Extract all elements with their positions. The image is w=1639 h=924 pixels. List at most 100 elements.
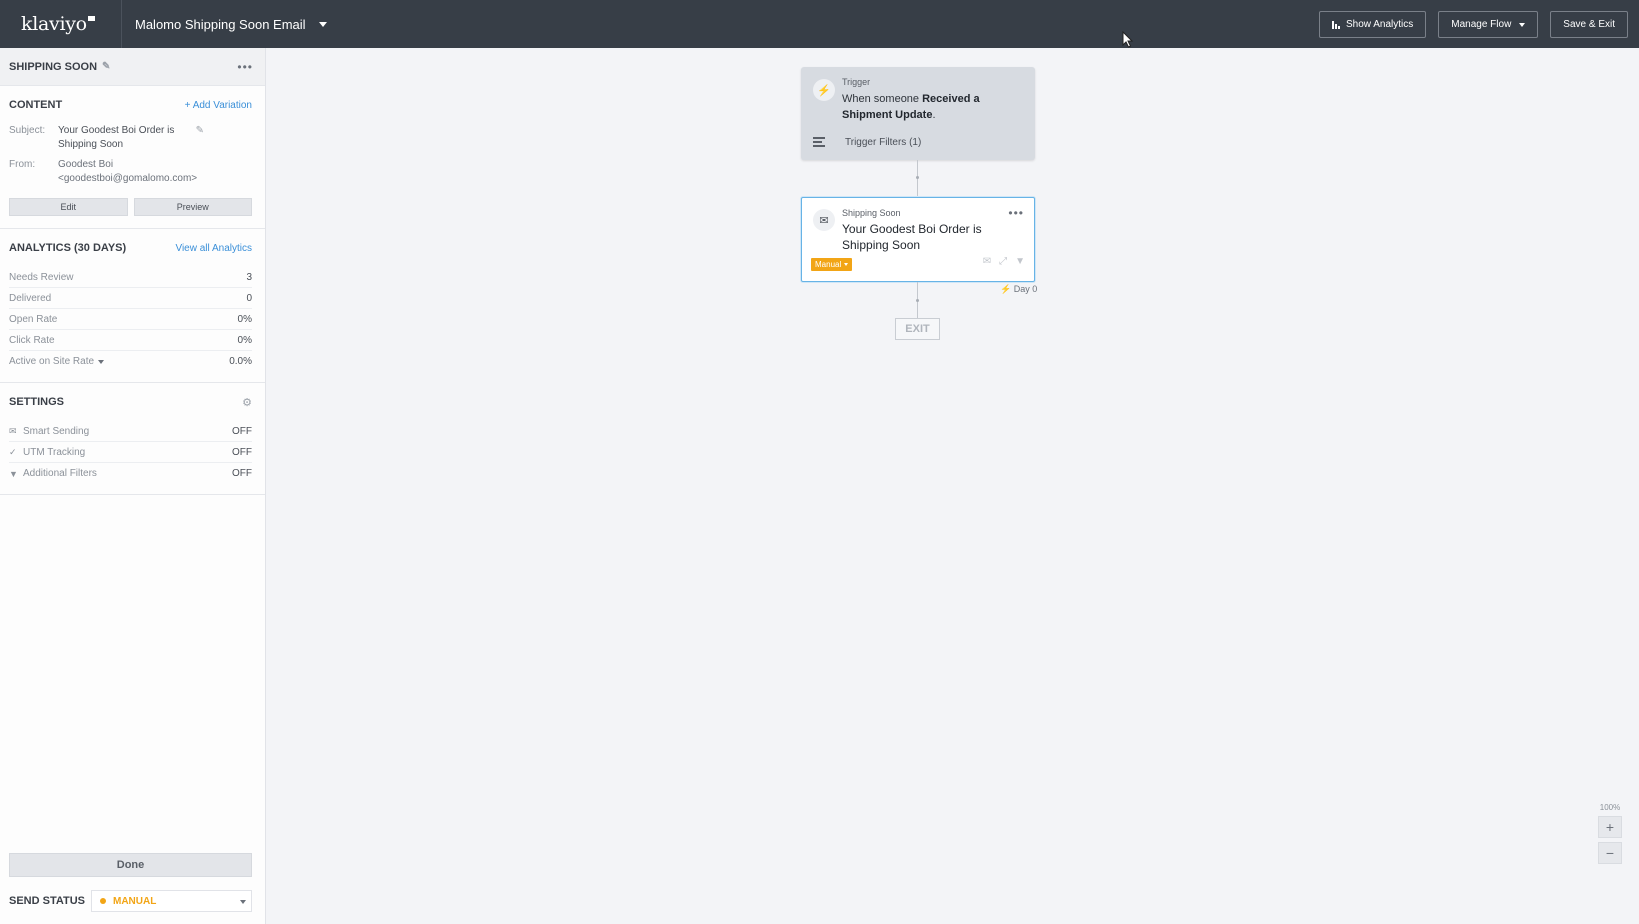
smart-sending-icon: ✉ xyxy=(982,256,992,267)
active-on-site-dropdown[interactable]: Active on Site Rate xyxy=(9,356,105,367)
gear-icon[interactable]: ⚙ xyxy=(242,396,252,409)
zoom-controls: 100% + − xyxy=(1598,803,1622,868)
zoom-out-button[interactable]: − xyxy=(1598,842,1622,864)
settings-value: OFF xyxy=(232,446,252,458)
analytics-section: ANALYTICS (30 DAYS) View all Analytics N… xyxy=(0,229,265,383)
settings-label: Smart Sending xyxy=(23,425,90,437)
sidebar: SHIPPING SOON ✎ ••• CONTENT + Add Variat… xyxy=(0,48,266,924)
view-all-analytics-link[interactable]: View all Analytics xyxy=(175,243,252,254)
klaviyo-logo[interactable]: klaviyo xyxy=(0,0,122,48)
done-button[interactable]: Done xyxy=(9,853,252,877)
badge-label: Manual xyxy=(815,260,842,269)
sidebar-header: SHIPPING SOON ✎ ••• xyxy=(0,48,265,86)
analytics-row: Delivered 0 xyxy=(9,288,252,309)
analytics-value: 0.0% xyxy=(229,356,252,367)
flow-canvas[interactable]: ⚡ Trigger When someone Received a Shipme… xyxy=(266,48,1639,924)
manual-badge[interactable]: Manual xyxy=(811,258,853,271)
settings-row-utm-tracking: ✓ UTM Tracking OFF xyxy=(9,442,252,463)
settings-value: OFF xyxy=(232,468,252,479)
flow-name: Malomo Shipping Soon Email xyxy=(135,16,306,32)
check-icon: ✓ xyxy=(9,446,17,457)
show-analytics-label: Show Analytics xyxy=(1346,19,1414,30)
send-status-label: SEND STATUS xyxy=(9,895,85,907)
analytics-row: Active on Site Rate 0.0% xyxy=(9,351,252,372)
logo-flag-icon xyxy=(87,15,95,21)
filter-icon: ▼ xyxy=(1015,256,1025,267)
mouse-cursor-icon xyxy=(1122,31,1134,48)
connector-node[interactable] xyxy=(916,176,919,179)
analytics-label: Needs Review xyxy=(9,271,74,283)
settings-label: Additional Filters xyxy=(23,468,97,479)
manage-flow-button[interactable]: Manage Flow xyxy=(1438,11,1539,38)
filter-list-icon xyxy=(813,135,831,149)
content-heading: CONTENT xyxy=(9,99,63,111)
analytics-row: Click Rate 0% xyxy=(9,330,252,351)
status-dot-icon xyxy=(100,898,106,904)
chevron-down-icon xyxy=(1519,22,1526,27)
email-kicker: Shipping Soon xyxy=(842,208,901,218)
analytics-heading: ANALYTICS (30 DAYS) xyxy=(9,242,127,254)
subject-value: Your Goodest Boi Order is Shipping Soon xyxy=(58,125,175,150)
from-name: Goodest Boi xyxy=(58,159,114,170)
utm-tracking-icon: ⤢ xyxy=(999,256,1008,267)
analytics-value: 0% xyxy=(237,313,252,325)
chevron-down-icon xyxy=(98,359,105,364)
manage-flow-label: Manage Flow xyxy=(1451,19,1512,30)
from-row: From: Goodest Boi <goodestboi@gomalomo.c… xyxy=(9,158,252,186)
send-status-select[interactable]: MANUAL xyxy=(91,890,252,912)
trigger-filters-label: Trigger Filters (1) xyxy=(845,136,922,148)
mail-check-icon: ✉ xyxy=(9,425,17,436)
from-label: From: xyxy=(9,159,36,170)
more-options-icon[interactable]: ••• xyxy=(1008,206,1024,220)
chevron-down-icon xyxy=(844,263,849,266)
chevron-down-icon xyxy=(240,900,246,904)
settings-row-additional-filters: ▼ Additional Filters OFF xyxy=(9,463,252,484)
analytics-label: Active on Site Rate xyxy=(9,356,95,367)
trigger-filters[interactable]: Trigger Filters (1) xyxy=(813,135,921,149)
delay-label: ⚡ Day 0 xyxy=(1000,284,1038,294)
analytics-value: 0% xyxy=(237,334,252,346)
analytics-label: Click Rate xyxy=(9,334,55,346)
trigger-card[interactable]: ⚡ Trigger When someone Received a Shipme… xyxy=(801,67,1035,160)
save-exit-label: Save & Exit xyxy=(1563,19,1615,30)
flow-name-dropdown[interactable]: Malomo Shipping Soon Email xyxy=(122,17,327,32)
sidebar-title: SHIPPING SOON xyxy=(9,60,98,73)
edit-subject-pencil-icon[interactable]: ✎ xyxy=(196,124,204,138)
edit-button[interactable]: Edit xyxy=(9,198,128,216)
email-subject: Your Goodest Boi Order is Shipping Soon xyxy=(842,222,982,252)
settings-heading: SETTINGS xyxy=(9,396,65,408)
content-section: CONTENT + Add Variation Subject: Your Go… xyxy=(0,86,265,229)
subject-row: Subject: Your Goodest Boi Order is Shipp… xyxy=(9,124,252,152)
logo-text: klaviyo xyxy=(21,13,87,35)
preview-button[interactable]: Preview xyxy=(133,198,252,216)
connector-node[interactable] xyxy=(916,299,919,302)
pencil-icon[interactable]: ✎ xyxy=(102,61,110,72)
trigger-description: When someone Received a Shipment Update. xyxy=(842,91,1022,123)
analytics-row: Needs Review 3 xyxy=(9,267,252,288)
subject-label: Subject: xyxy=(9,125,46,136)
settings-section: SETTINGS ⚙ ✉ Smart Sending OFF ✓ UTM Track… xyxy=(0,383,265,495)
settings-label: UTM Tracking xyxy=(23,446,86,458)
analytics-value: 3 xyxy=(246,271,252,283)
trigger-text-suffix: . xyxy=(932,109,936,121)
analytics-label: Open Rate xyxy=(9,313,58,325)
envelope-icon: ✉ xyxy=(813,209,835,231)
analytics-row: Open Rate 0% xyxy=(9,309,252,330)
send-status-value: MANUAL xyxy=(113,895,157,907)
save-exit-button[interactable]: Save & Exit xyxy=(1550,11,1628,38)
top-bar: klaviyo Malomo Shipping Soon Email Show … xyxy=(0,0,1639,48)
bar-chart-icon xyxy=(1332,20,1340,29)
chevron-down-icon xyxy=(318,21,327,27)
settings-row-smart-sending: ✉ Smart Sending OFF xyxy=(9,421,252,442)
add-variation-link[interactable]: + Add Variation xyxy=(185,100,252,111)
trigger-text-prefix: When someone xyxy=(842,93,923,105)
lightning-icon: ⚡ xyxy=(813,79,835,101)
email-card[interactable]: ✉ Shipping Soon Your Goodest Boi Order i… xyxy=(801,197,1035,282)
analytics-value: 0 xyxy=(246,292,252,304)
more-options-icon[interactable]: ••• xyxy=(237,60,253,74)
day-text: Day 0 xyxy=(1013,284,1038,294)
zoom-in-button[interactable]: + xyxy=(1598,816,1622,838)
show-analytics-button[interactable]: Show Analytics xyxy=(1319,11,1427,38)
settings-value: OFF xyxy=(232,425,252,437)
from-email: <goodestboi@gomalomo.com> xyxy=(58,173,198,184)
